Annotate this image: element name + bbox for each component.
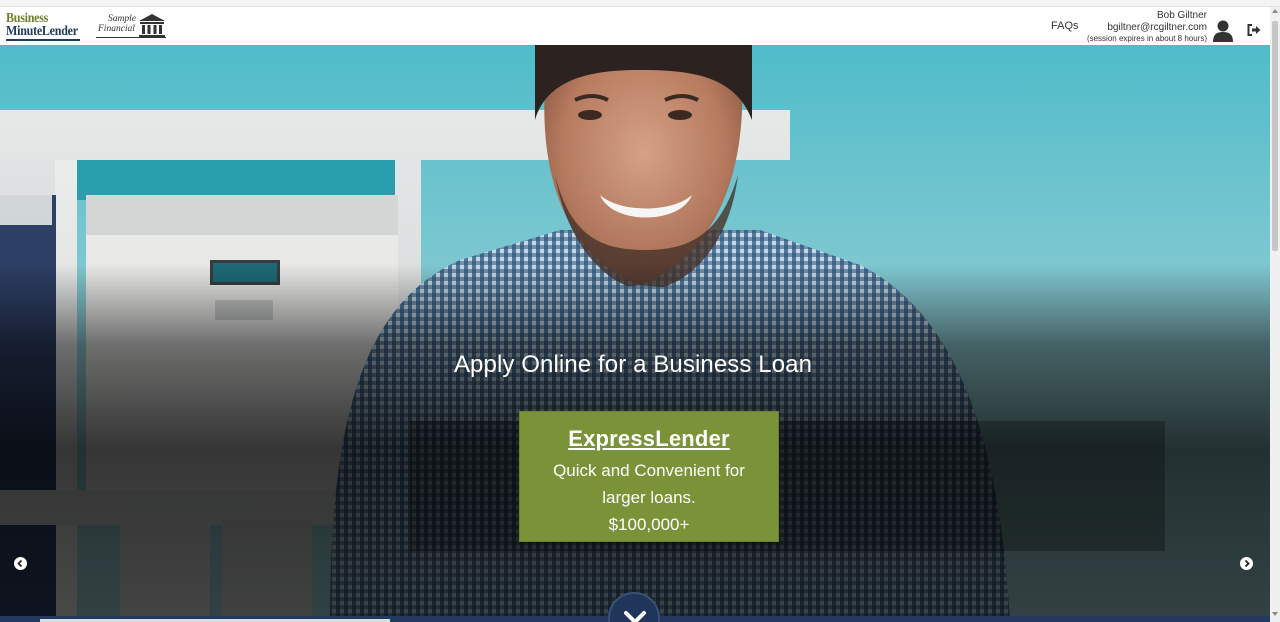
expresslender-amount: $100,000+: [608, 515, 690, 534]
expresslender-description: Quick and Convenient for larger loans.: [553, 461, 745, 507]
hero-headline: Apply Online for a Business Loan: [453, 351, 813, 378]
hero-carousel: Apply Online for a Business Loan Express…: [0, 45, 1270, 622]
site-header: Business MinuteLender Sample Financial F…: [0, 7, 1270, 46]
expresslender-link[interactable]: ExpressLender: [520, 426, 778, 452]
scrollbar-thumb[interactable]: [1272, 21, 1278, 251]
chevron-left-icon: [17, 559, 23, 568]
partner-line-sample: Sample: [108, 14, 136, 24]
chevron-down-icon: [624, 611, 646, 622]
user-info: Bob Giltner bgiltner@rcgiltner.com (sess…: [1087, 10, 1207, 44]
partner-logo-rule: [96, 37, 166, 38]
user-name: Bob Giltner: [1156, 10, 1207, 21]
logo-line-minutelender: MinuteLender: [6, 24, 78, 39]
sample-financial-logo[interactable]: Sample Financial: [96, 13, 168, 41]
sample-financial-text: Sample Financial: [98, 14, 142, 34]
scrollbar-down-arrow-icon[interactable]: [1272, 612, 1278, 616]
scrollbar-up-arrow-icon[interactable]: [1272, 9, 1278, 13]
chevron-right-icon: [1244, 559, 1250, 568]
faqs-link[interactable]: FAQs: [1051, 20, 1079, 32]
carousel-prev-button[interactable]: [14, 557, 27, 570]
carousel-next-button[interactable]: [1240, 557, 1253, 570]
business-minutelender-logo[interactable]: Business MinuteLender: [6, 12, 82, 42]
browser-top-strip: [0, 0, 1280, 7]
user-email: bgiltner@rcgiltner.com: [1107, 22, 1207, 33]
logo-underline: [6, 39, 80, 41]
logout-icon[interactable]: [1247, 24, 1261, 36]
bank-icon: [139, 14, 165, 38]
partner-line-financial: Financial: [98, 24, 135, 34]
user-icon[interactable]: [1213, 20, 1233, 42]
expresslender-card[interactable]: ExpressLender Quick and Convenient for l…: [519, 411, 779, 542]
session-expiry-text: (session expires in about 8 hours): [1086, 34, 1207, 43]
